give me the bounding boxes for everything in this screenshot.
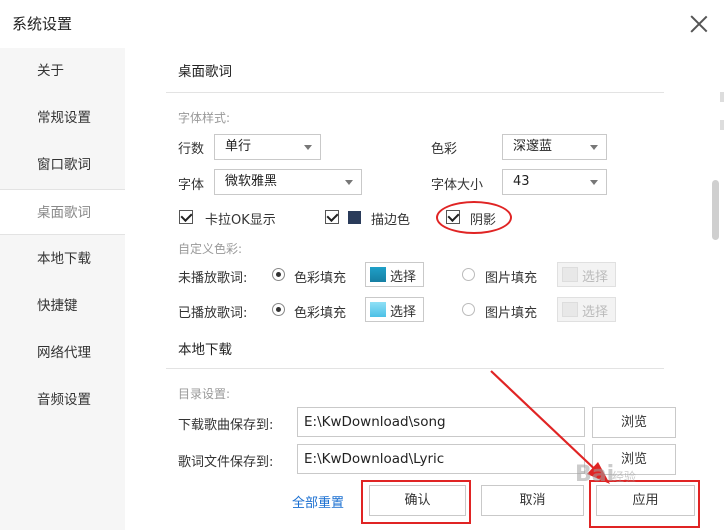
title-bar: 系统设置 <box>0 0 725 48</box>
played-color-fill-radio[interactable] <box>272 303 285 316</box>
font-size-label: 字体大小 <box>431 178 484 193</box>
chevron-down-icon <box>304 145 312 150</box>
annotation-box-apply <box>589 480 700 528</box>
font-size-select-value: 43 <box>513 174 530 189</box>
annotation-box-confirm <box>361 480 471 524</box>
karaoke-label: 卡拉OK显示 <box>205 213 276 228</box>
reset-all-link[interactable]: 全部重置 <box>292 492 344 511</box>
custom-color-label: 自定义色彩: <box>178 242 243 256</box>
sidebar-item-window-lyrics[interactable]: 窗口歌词 <box>0 142 125 188</box>
unplayed-color-fill-label: 色彩填充 <box>294 271 347 286</box>
font-label: 字体 <box>178 178 205 193</box>
played-image-fill-label: 图片填充 <box>485 306 538 321</box>
image-chip <box>562 302 578 317</box>
watermark-logo: Bai <box>575 462 615 487</box>
played-image-fill-radio[interactable] <box>462 303 475 316</box>
rows-label: 行数 <box>178 142 205 157</box>
sidebar-item-proxy[interactable]: 网络代理 <box>0 330 125 376</box>
karaoke-checkbox[interactable] <box>179 210 193 224</box>
font-select-value: 微软雅黑 <box>225 174 278 189</box>
played-color-chip <box>370 302 386 317</box>
sidebar-item-general[interactable]: 常规设置 <box>0 95 125 141</box>
played-choose-image-button[interactable]: 选择 <box>557 297 616 322</box>
window-title: 系统设置 <box>12 15 73 33</box>
font-select[interactable]: 微软雅黑 <box>214 169 362 195</box>
divider <box>166 92 664 93</box>
choose-label: 选择 <box>390 270 417 285</box>
image-chip <box>562 267 578 282</box>
stroke-label: 描边色 <box>371 213 411 228</box>
unplayed-image-fill-label: 图片填充 <box>485 271 538 286</box>
sidebar-item-local-download[interactable]: 本地下载 <box>0 236 125 282</box>
played-color-fill-label: 色彩填充 <box>294 306 347 321</box>
unplayed-color-chip <box>370 267 386 282</box>
color-select-value: 深邃蓝 <box>513 139 553 154</box>
stroke-color-swatch[interactable] <box>348 211 361 224</box>
section-heading-local-download: 本地下载 <box>178 342 232 358</box>
choose-label: 选择 <box>582 305 609 320</box>
close-icon[interactable] <box>690 15 708 33</box>
stroke-checkbox[interactable] <box>325 210 339 224</box>
song-dir-field[interactable]: E:\KwDownload\song <box>297 407 585 437</box>
choose-label: 选择 <box>582 270 609 285</box>
sidebar-item-desktop-lyrics[interactable]: 桌面歌词 <box>0 189 125 235</box>
font-style-label: 字体样式: <box>178 111 231 125</box>
rows-select-value: 单行 <box>225 139 252 154</box>
cancel-button[interactable]: 取消 <box>481 485 584 516</box>
unplayed-color-fill-radio[interactable] <box>272 268 285 281</box>
scrollbar-thumb[interactable] <box>712 180 719 240</box>
rows-select[interactable]: 单行 <box>214 134 321 160</box>
watermark-sub: 经验 <box>612 470 637 484</box>
lyric-dir-label: 歌词文件保存到: <box>178 455 274 470</box>
sidebar-item-shortcuts[interactable]: 快捷键 <box>0 283 125 329</box>
song-dir-label: 下载歌曲保存到: <box>178 418 274 433</box>
sidebar-item-about[interactable]: 关于 <box>0 48 125 94</box>
unplayed-choose-color-button[interactable]: 选择 <box>365 262 424 287</box>
lyric-dir-field[interactable]: E:\KwDownload\Lyric <box>297 444 585 474</box>
dir-settings-label: 目录设置: <box>178 387 231 401</box>
unplayed-image-fill-radio[interactable] <box>462 268 475 281</box>
unplayed-choose-image-button[interactable]: 选择 <box>557 262 616 287</box>
sidebar-item-audio[interactable]: 音频设置 <box>0 377 125 423</box>
annotation-ellipse-shadow <box>436 201 512 234</box>
chevron-down-icon <box>345 180 353 185</box>
choose-label: 选择 <box>390 305 417 320</box>
settings-sidebar: 关于 常规设置 窗口歌词 桌面歌词 本地下载 快捷键 网络代理 音频设置 <box>0 48 125 530</box>
played-choose-color-button[interactable]: 选择 <box>365 297 424 322</box>
chevron-down-icon <box>590 180 598 185</box>
divider <box>166 368 664 369</box>
song-dir-browse-button[interactable]: 浏览 <box>592 407 676 438</box>
color-label: 色彩 <box>431 142 458 157</box>
chevron-down-icon <box>590 145 598 150</box>
edge-mark <box>720 92 724 102</box>
unplayed-lyrics-label: 未播放歌词: <box>178 271 248 286</box>
font-size-select[interactable]: 43 <box>502 169 607 195</box>
color-select[interactable]: 深邃蓝 <box>502 134 607 160</box>
edge-mark <box>720 120 724 130</box>
section-heading-desktop-lyrics: 桌面歌词 <box>178 64 232 80</box>
played-lyrics-label: 已播放歌词: <box>178 306 248 321</box>
